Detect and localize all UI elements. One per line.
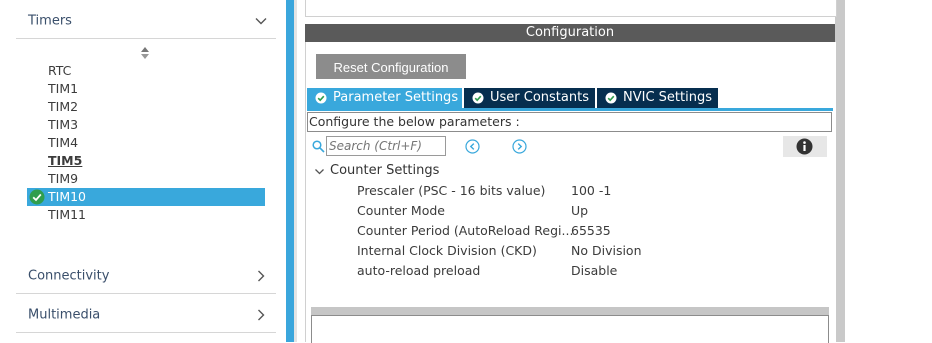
arrow-right-circle-icon[interactable] [512,139,527,154]
category-timers[interactable]: Timers [16,4,276,39]
peripheral-item-tim4[interactable]: TIM4 [48,134,78,152]
category-connectivity[interactable]: Connectivity [16,259,276,294]
peripheral-label: TIM10 [48,189,87,204]
splitter-divider [294,0,297,342]
arrow-left-circle-icon[interactable] [465,139,480,154]
peripheral-item-tim5[interactable]: TIM5 [48,152,82,170]
param-value[interactable]: 100 -1 [571,182,611,200]
check-circle-icon [472,92,484,104]
peripheral-item-rtc[interactable]: RTC [48,62,71,80]
right-scrollbar[interactable] [835,0,845,342]
chevron-down-icon[interactable] [314,166,325,177]
chevron-down-icon [255,18,267,25]
tab-nvic-settings[interactable]: NVIC Settings [597,88,718,108]
search-icon[interactable] [312,140,325,153]
tab-user-constants[interactable]: User Constants [464,88,595,108]
tab-label: Parameter Settings [333,90,459,105]
check-circle-icon [315,92,327,104]
sort-icon[interactable] [140,45,150,61]
param-name[interactable]: Prescaler (PSC - 16 bits value) [357,182,545,200]
param-name[interactable]: auto-reload preload [357,262,480,280]
configuration-title: Configuration [305,24,835,42]
tab-parameter-settings[interactable]: Parameter Settings [307,88,462,108]
param-name[interactable]: Counter Period (AutoReload Regi... [357,222,573,240]
category-label: Multimedia [28,307,101,323]
chevron-right-icon [258,309,265,321]
mode-panel-frame [305,0,837,17]
section-counter-settings[interactable]: Counter Settings [330,162,439,180]
peripheral-item-tim10[interactable]: TIM10 [27,188,265,206]
check-circle-icon [29,189,45,205]
param-value[interactable]: Disable [571,262,617,280]
description-panel [311,315,829,343]
param-value[interactable]: 65535 [571,222,611,240]
category-label: Timers [28,13,72,29]
param-name[interactable]: Counter Mode [357,202,445,220]
param-name[interactable]: Internal Clock Division (CKD) [357,242,537,260]
peripheral-item-tim3[interactable]: TIM3 [48,116,78,134]
peripheral-item-tim11[interactable]: TIM11 [48,206,86,224]
tab-label: NVIC Settings [623,90,712,105]
info-icon [796,138,813,155]
reset-configuration-button[interactable]: Reset Configuration [316,54,466,79]
chevron-right-icon [258,270,265,282]
tab-label: User Constants [490,90,589,105]
parameters-hint: Configure the below parameters : [307,112,832,132]
param-value[interactable]: Up [571,202,588,220]
description-splitter[interactable] [311,307,829,315]
param-value[interactable]: No Division [571,242,642,260]
panel-splitter[interactable] [286,0,294,342]
peripheral-item-tim2[interactable]: TIM2 [48,98,78,116]
category-label: Connectivity [28,268,110,284]
tab-underline [307,108,833,111]
category-multimedia[interactable]: Multimedia [16,298,276,333]
peripheral-item-tim9[interactable]: TIM9 [48,170,78,188]
search-input[interactable] [326,136,446,156]
info-button[interactable] [783,136,827,157]
peripheral-item-tim1[interactable]: TIM1 [48,80,78,98]
check-circle-icon [605,92,617,104]
